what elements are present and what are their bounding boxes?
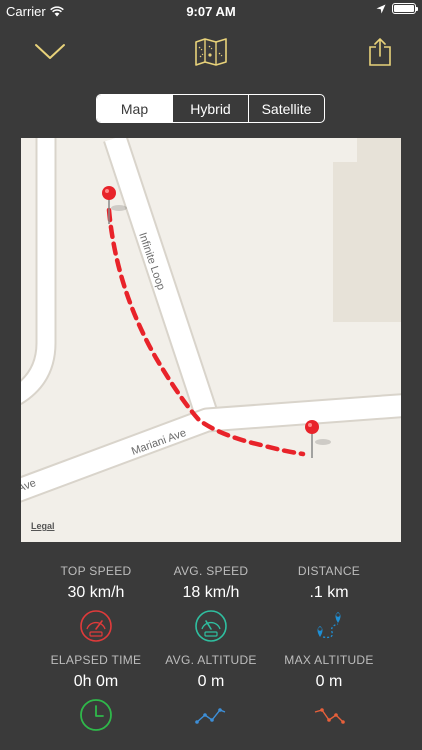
building-block — [333, 162, 401, 322]
stat-max-altitude: MAX ALTITUDE 0 m — [259, 653, 399, 737]
map-type-segmented-control[interactable]: Map Hybrid Satellite — [96, 94, 325, 123]
location-arrow-icon — [376, 4, 386, 13]
segment-hybrid[interactable]: Hybrid — [172, 95, 248, 122]
battery-icon — [392, 3, 418, 14]
stat-value: 0 m — [315, 673, 343, 690]
status-right — [376, 3, 418, 14]
share-icon — [369, 38, 391, 66]
stat-distance: DISTANCE .1 km — [259, 564, 399, 648]
route-pins-icon — [317, 612, 341, 639]
speedometer-icon — [80, 610, 112, 642]
stat-label: DISTANCE — [297, 564, 361, 578]
share-button[interactable] — [358, 34, 402, 70]
chevron-down-icon — [35, 44, 65, 59]
route-map[interactable]: Infinite Loop Mariani Ave Ave Legal — [21, 138, 401, 542]
end-pin-icon — [305, 420, 331, 458]
line-graph-icon — [314, 708, 345, 724]
toolbar — [0, 30, 422, 74]
stat-value: .1 km — [309, 584, 349, 601]
status-bar: Carrier 9:07 AM — [0, 0, 422, 22]
dismiss-button[interactable] — [28, 34, 72, 70]
segment-satellite[interactable]: Satellite — [248, 95, 324, 122]
clock-icon — [80, 699, 112, 731]
map-icon — [195, 38, 227, 66]
segment-map[interactable]: Map — [97, 95, 172, 122]
map-legal-link[interactable]: Legal — [31, 521, 55, 531]
speedometer-icon — [195, 610, 227, 642]
line-graph-icon — [195, 708, 226, 724]
building-block — [357, 138, 401, 166]
road-west-fill — [21, 138, 55, 403]
map-canvas: Infinite Loop Mariani Ave Ave — [21, 138, 401, 503]
map-view-button[interactable] — [190, 34, 232, 70]
stat-label: MAX ALTITUDE — [284, 653, 374, 667]
status-time: 9:07 AM — [186, 4, 236, 19]
